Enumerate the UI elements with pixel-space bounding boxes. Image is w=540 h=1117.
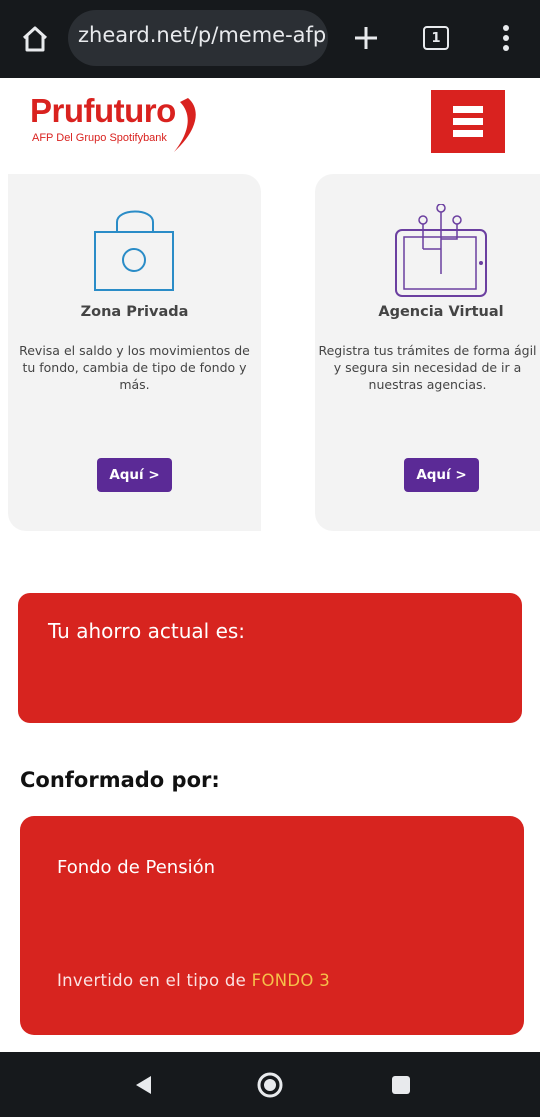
fund-invested-line: Invertido en el tipo de FONDO 3 <box>57 971 330 990</box>
url-text: zheard.net/p/meme-afp <box>78 23 327 47</box>
fund-type: FONDO 3 <box>251 971 331 990</box>
savings-label: Tu ahorro actual es: <box>48 619 246 643</box>
padlock-icon <box>94 210 174 291</box>
address-bar[interactable]: zheard.net/p/meme-afp <box>68 10 328 66</box>
back-icon[interactable] <box>128 1068 158 1102</box>
invest-prefix: Invertido en el tipo de <box>57 971 247 990</box>
card-description: Revisa el saldo y los movimientos de tu … <box>19 343 250 392</box>
card-agencia-virtual: Agencia Virtual Registra tus trámites de… <box>315 174 540 531</box>
agencia-virtual-button[interactable]: Aquí > <box>404 458 479 492</box>
hamburger-menu-button[interactable] <box>431 90 505 153</box>
logo-swoosh-icon <box>174 98 196 152</box>
more-vert-icon[interactable] <box>488 18 524 58</box>
system-nav-bar <box>0 1052 540 1117</box>
logo-name: Prufuturo <box>30 92 176 129</box>
tablet-circuit-icon <box>395 204 487 297</box>
card-title: Zona Privada <box>80 304 189 320</box>
fund-card: Fondo de Pensión Invertido en el tipo de… <box>20 816 524 1035</box>
card-zona-privada: Zona Privada Revisa el saldo y los movim… <box>8 174 261 531</box>
savings-box: Tu ahorro actual es: <box>18 593 522 723</box>
site-logo[interactable]: Prufuturo AFP Del Grupo Spotifybank <box>30 92 210 156</box>
tab-count: 1 <box>423 26 449 50</box>
logo-subtitle: AFP Del Grupo Spotifybank <box>32 132 167 144</box>
hamburger-menu-icon <box>453 105 483 137</box>
composition-title: Conformado por: <box>20 768 220 792</box>
plus-icon[interactable] <box>346 18 386 58</box>
fund-title: Fondo de Pensión <box>57 857 216 878</box>
tab-switcher-button[interactable]: 1 <box>416 18 456 58</box>
home-circle-icon[interactable] <box>254 1068 286 1102</box>
zona-privada-button[interactable]: Aquí > <box>97 458 172 492</box>
card-description: Registra tus trámites de forma ágil y se… <box>318 343 537 392</box>
browser-toolbar: zheard.net/p/meme-afp 1 <box>0 0 540 78</box>
recents-square-icon[interactable] <box>386 1068 416 1102</box>
home-icon[interactable] <box>14 18 56 60</box>
card-title: Agencia Virtual <box>378 304 504 320</box>
